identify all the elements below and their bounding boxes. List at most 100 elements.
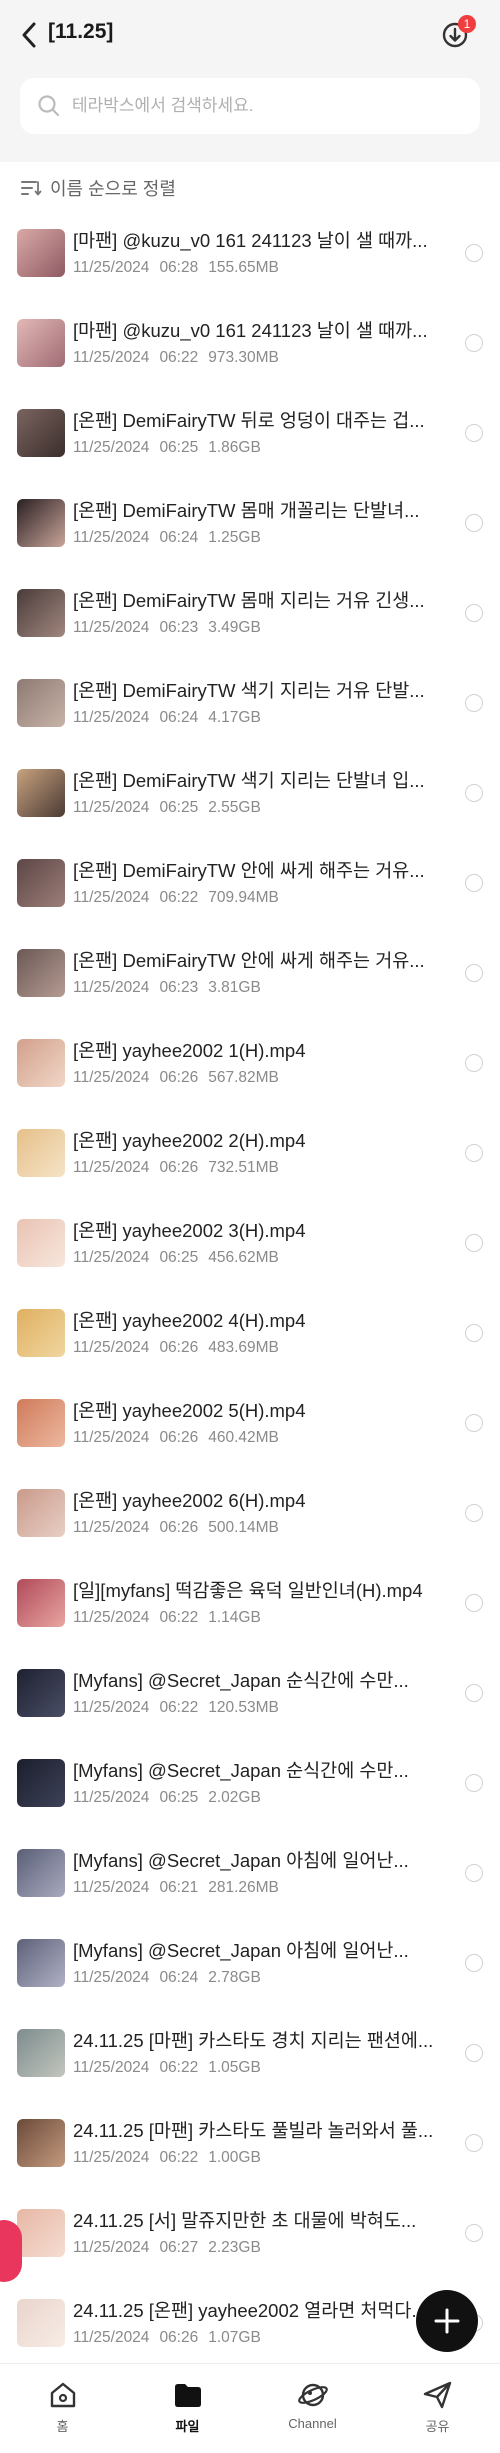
file-date: 11/25/2024	[73, 529, 150, 546]
back-button[interactable]	[14, 18, 44, 52]
file-row[interactable]: [온팬] yayhee2002 6(H).mp4 11/25/2024 06:26 5…	[0, 1476, 500, 1566]
file-time: 06:25	[159, 1249, 199, 1266]
select-radio[interactable]	[465, 514, 483, 532]
file-row[interactable]: [Myfans] @Secret_Japan 순식간에 수만... 11/25/2…	[0, 1746, 500, 1836]
file-name: [Myfans] @Secret_Japan 아침에 일어난...	[73, 1940, 409, 1961]
file-row[interactable]: [온팬] DemiFairyTW 색기 지리는 단발녀 입... 11/25/20…	[0, 756, 500, 846]
file-row[interactable]: [Myfans] @Secret_Japan 순식간에 수만... 11/25/2…	[0, 1656, 500, 1746]
file-row[interactable]: 24.11.25 [마팬] 카스타도 풀빌라 놀러와서 풀... 11/25/20…	[0, 2106, 500, 2196]
file-time: 06:22	[159, 1699, 199, 1716]
file-name: 24.11.25 [마팬] 카스타도 경치 지리는 팬션에...	[73, 2030, 434, 2051]
search-bar[interactable]	[20, 78, 480, 134]
file-meta: 11/25/2024 06:22 120.53MB	[73, 1698, 279, 1718]
file-meta: 11/25/2024 06:26 483.69MB	[73, 1338, 279, 1358]
chevron-left-icon	[22, 22, 36, 48]
file-meta: 11/25/2024 06:22 709.94MB	[73, 888, 279, 908]
file-row[interactable]: [온팬] yayhee2002 3(H).mp4 11/25/2024 06:25 4…	[0, 1206, 500, 1296]
file-row[interactable]: [온팬] yayhee2002 4(H).mp4 11/25/2024 06:26 4…	[0, 1296, 500, 1386]
file-size: 709.94MB	[208, 889, 279, 906]
select-radio[interactable]	[465, 1594, 483, 1612]
file-row[interactable]: [Myfans] @Secret_Japan 아침에 일어난... 11/25/2…	[0, 1926, 500, 2016]
file-row[interactable]: [온팬] DemiFairyTW 색기 지리는 거유 단발... 11/25/20…	[0, 666, 500, 756]
select-radio[interactable]	[465, 1144, 483, 1162]
file-thumbnail	[17, 769, 65, 817]
select-radio[interactable]	[465, 2224, 483, 2242]
nav-home-label: 홈	[56, 2419, 69, 2434]
sort-control[interactable]: 이름 순으로 정렬	[20, 174, 176, 202]
select-radio[interactable]	[465, 1684, 483, 1702]
file-time: 06:26	[159, 1519, 199, 1536]
select-radio[interactable]	[465, 1414, 483, 1432]
select-radio[interactable]	[465, 2134, 483, 2152]
file-meta: 11/25/2024 06:22 1.05GB	[73, 2058, 261, 2078]
file-name: [마팬] @kuzu_v0 161 241123 날이 샐 때까...	[73, 320, 428, 341]
file-meta: 11/25/2024 06:25 456.62MB	[73, 1248, 279, 1268]
file-name: [Myfans] @Secret_Japan 순식간에 수만...	[73, 1670, 409, 1691]
file-name: [온팬] yayhee2002 4(H).mp4	[73, 1310, 306, 1331]
file-row[interactable]: [온팬] DemiFairyTW 몸매 개꼴리는 단발녀... 11/25/202…	[0, 486, 500, 576]
file-time: 06:26	[159, 2329, 199, 2346]
file-date: 11/25/2024	[73, 349, 150, 366]
nav-share[interactable]: 공유	[375, 2364, 500, 2453]
file-size: 2.78GB	[208, 1969, 261, 1986]
select-radio[interactable]	[465, 1324, 483, 1342]
file-row[interactable]: [Myfans] @Secret_Japan 아침에 일어난... 11/25/2…	[0, 1836, 500, 1926]
select-radio[interactable]	[465, 334, 483, 352]
select-radio[interactable]	[465, 604, 483, 622]
select-radio[interactable]	[465, 1054, 483, 1072]
file-row[interactable]: [일][myfans] 떡감좋은 육덕 일반인녀(H).mp4 11/25/202…	[0, 1566, 500, 1656]
file-name: [온팬] yayhee2002 2(H).mp4	[73, 1130, 306, 1151]
select-radio[interactable]	[465, 244, 483, 262]
file-row[interactable]: [온팬] DemiFairyTW 안에 싸게 해주는 거유... 11/25/20…	[0, 846, 500, 936]
select-radio[interactable]	[465, 964, 483, 982]
file-row[interactable]: 24.11.25 [서] 말쥬지만한 초 대물에 박혀도... 11/25/202…	[0, 2196, 500, 2286]
file-date: 11/25/2024	[73, 2329, 150, 2346]
search-icon	[38, 95, 60, 117]
file-row[interactable]: [온팬] DemiFairyTW 몸매 지리는 거유 긴생... 11/25/20…	[0, 576, 500, 666]
file-thumbnail	[17, 1579, 65, 1627]
file-row[interactable]: [온팬] yayhee2002 5(H).mp4 11/25/2024 06:26 4…	[0, 1386, 500, 1476]
select-radio[interactable]	[465, 1234, 483, 1252]
file-row[interactable]: [온팬] yayhee2002 1(H).mp4 11/25/2024 06:26 5…	[0, 1026, 500, 1116]
add-button[interactable]	[416, 2290, 478, 2352]
file-date: 11/25/2024	[73, 259, 150, 276]
file-meta: 11/25/2024 06:25 2.02GB	[73, 1788, 261, 1808]
select-radio[interactable]	[465, 1774, 483, 1792]
file-date: 11/25/2024	[73, 2059, 150, 2076]
file-name: 24.11.25 [서] 말쥬지만한 초 대물에 박혀도...	[73, 2210, 417, 2231]
file-row[interactable]: [온팬] DemiFairyTW 안에 싸게 해주는 거유... 11/25/20…	[0, 936, 500, 1026]
floating-promo-widget[interactable]	[0, 2220, 22, 2282]
file-meta: 11/25/2024 06:26 567.82MB	[73, 1068, 279, 1088]
file-row[interactable]: 24.11.25 [마팬] 카스타도 경치 지리는 팬션에... 11/25/20…	[0, 2016, 500, 2106]
file-time: 06:24	[159, 1969, 199, 1986]
select-radio[interactable]	[465, 784, 483, 802]
select-radio[interactable]	[465, 694, 483, 712]
file-row[interactable]: [마팬] @kuzu_v0 161 241123 날이 샐 때까... 11/25…	[0, 306, 500, 396]
file-thumbnail	[17, 2299, 65, 2347]
file-size: 500.14MB	[208, 1519, 279, 1536]
file-date: 11/25/2024	[73, 439, 150, 456]
select-radio[interactable]	[465, 2044, 483, 2062]
file-date: 11/25/2024	[73, 709, 150, 726]
select-radio[interactable]	[465, 424, 483, 442]
send-icon	[423, 2381, 451, 2409]
file-name: [온팬] DemiFairyTW 뒤로 엉덩이 대주는 겁...	[73, 410, 425, 431]
file-time: 06:26	[159, 1339, 199, 1356]
select-radio[interactable]	[465, 874, 483, 892]
file-name: [온팬] yayhee2002 5(H).mp4	[73, 1400, 306, 1421]
file-size: 155.65MB	[208, 259, 279, 276]
select-radio[interactable]	[465, 1504, 483, 1522]
file-time: 06:21	[159, 1879, 199, 1896]
select-radio[interactable]	[465, 1954, 483, 1972]
file-row[interactable]: [마팬] @kuzu_v0 161 241123 날이 샐 때까... 11/25…	[0, 216, 500, 306]
select-radio[interactable]	[465, 1864, 483, 1882]
nav-files[interactable]: 파일	[125, 2364, 250, 2453]
file-thumbnail	[17, 1849, 65, 1897]
nav-channel[interactable]: Channel	[250, 2364, 375, 2453]
plus-icon	[434, 2308, 460, 2334]
file-thumbnail	[17, 1489, 65, 1537]
file-row[interactable]: [온팬] DemiFairyTW 뒤로 엉덩이 대주는 겁... 11/25/20…	[0, 396, 500, 486]
nav-home[interactable]: 홈	[0, 2364, 125, 2453]
file-row[interactable]: [온팬] yayhee2002 2(H).mp4 11/25/2024 06:26 7…	[0, 1116, 500, 1206]
search-input[interactable]	[72, 96, 452, 116]
